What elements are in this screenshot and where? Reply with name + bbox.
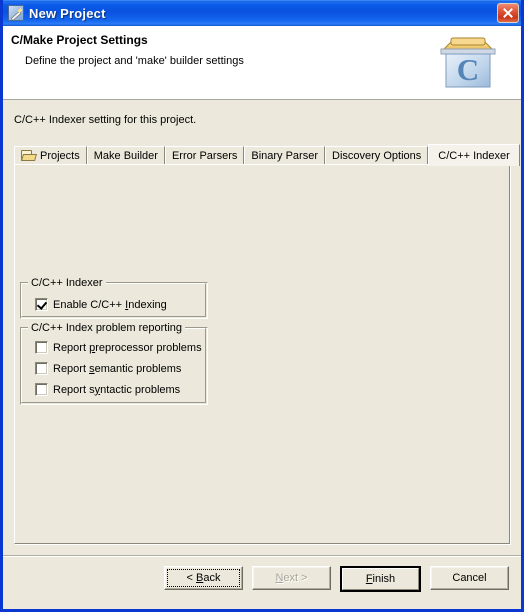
button-label: Next > [275,572,308,584]
new-project-dialog: New Project C/Make Project Settings Defi… [0,0,524,612]
checkbox-enable-indexing[interactable]: Enable C/C++ Indexing [35,298,167,311]
checkbox-label: Report preprocessor problems [53,341,202,354]
checkbox-label: Report syntactic problems [53,383,181,396]
checkbox-report-syntactic-problems[interactable]: Report syntactic problems [35,383,180,396]
folder-icon [20,150,38,161]
tab-discovery-options[interactable]: Discovery Options [325,146,429,165]
settings-tabstrip: Projects Make Builder Error Parsers Bina… [14,144,520,166]
tab-binary-parser[interactable]: Binary Parser [244,146,325,165]
checkbox-box[interactable] [35,298,48,311]
tab-cpp-indexer[interactable]: C/C++ Indexer [428,144,520,166]
wizard-wand-icon [8,5,24,21]
c-project-folder-icon: C [440,37,496,88]
group-title: C/C++ Indexer [28,277,106,289]
checkbox-box[interactable] [35,383,48,396]
close-icon[interactable] [497,3,519,23]
tab-label: Binary Parser [251,149,318,162]
button-label: Finish [365,573,396,585]
checkbox-label: Enable C/C++ Indexing [53,298,167,311]
tab-make-builder[interactable]: Make Builder [86,146,165,165]
finish-button[interactable]: Finish [340,566,421,592]
tab-label: Discovery Options [332,149,422,162]
dialog-body: C/C++ Indexer setting for this project. … [3,100,521,555]
tab-label: C/C++ Indexer [438,149,510,162]
tab-label: Projects [40,149,80,162]
window-title: New Project [29,5,106,21]
next-button: Next > [252,566,331,590]
group-title: C/C++ Index problem reporting [28,322,186,334]
tab-label: Error Parsers [171,149,238,162]
back-button[interactable]: < Back [164,566,243,590]
dialog-footer: < Back Next > Finish Cancel [3,555,521,606]
checkbox-box[interactable] [35,362,48,375]
tab-projects[interactable]: Projects [14,146,87,165]
title-bar[interactable]: New Project [3,0,521,26]
checkbox-report-semantic-problems[interactable]: Report semantic problems [35,362,181,375]
button-label: < Back [186,572,221,584]
button-label: Cancel [452,572,487,584]
checkbox-label: Report semantic problems [53,362,182,375]
tab-error-parsers[interactable]: Error Parsers [164,146,245,165]
wizard-header: C/Make Project Settings Define the proje… [3,26,521,100]
checkbox-box[interactable] [35,341,48,354]
svg-text:C: C [457,52,479,87]
indexer-intro-text: C/C++ Indexer setting for this project. [14,114,197,126]
tab-label: Make Builder [93,149,158,162]
wizard-button-row: < Back Next > Finish Cancel [164,566,509,592]
checkbox-report-preprocessor-problems[interactable]: Report preprocessor problems [35,341,202,354]
cancel-button[interactable]: Cancel [430,566,509,590]
